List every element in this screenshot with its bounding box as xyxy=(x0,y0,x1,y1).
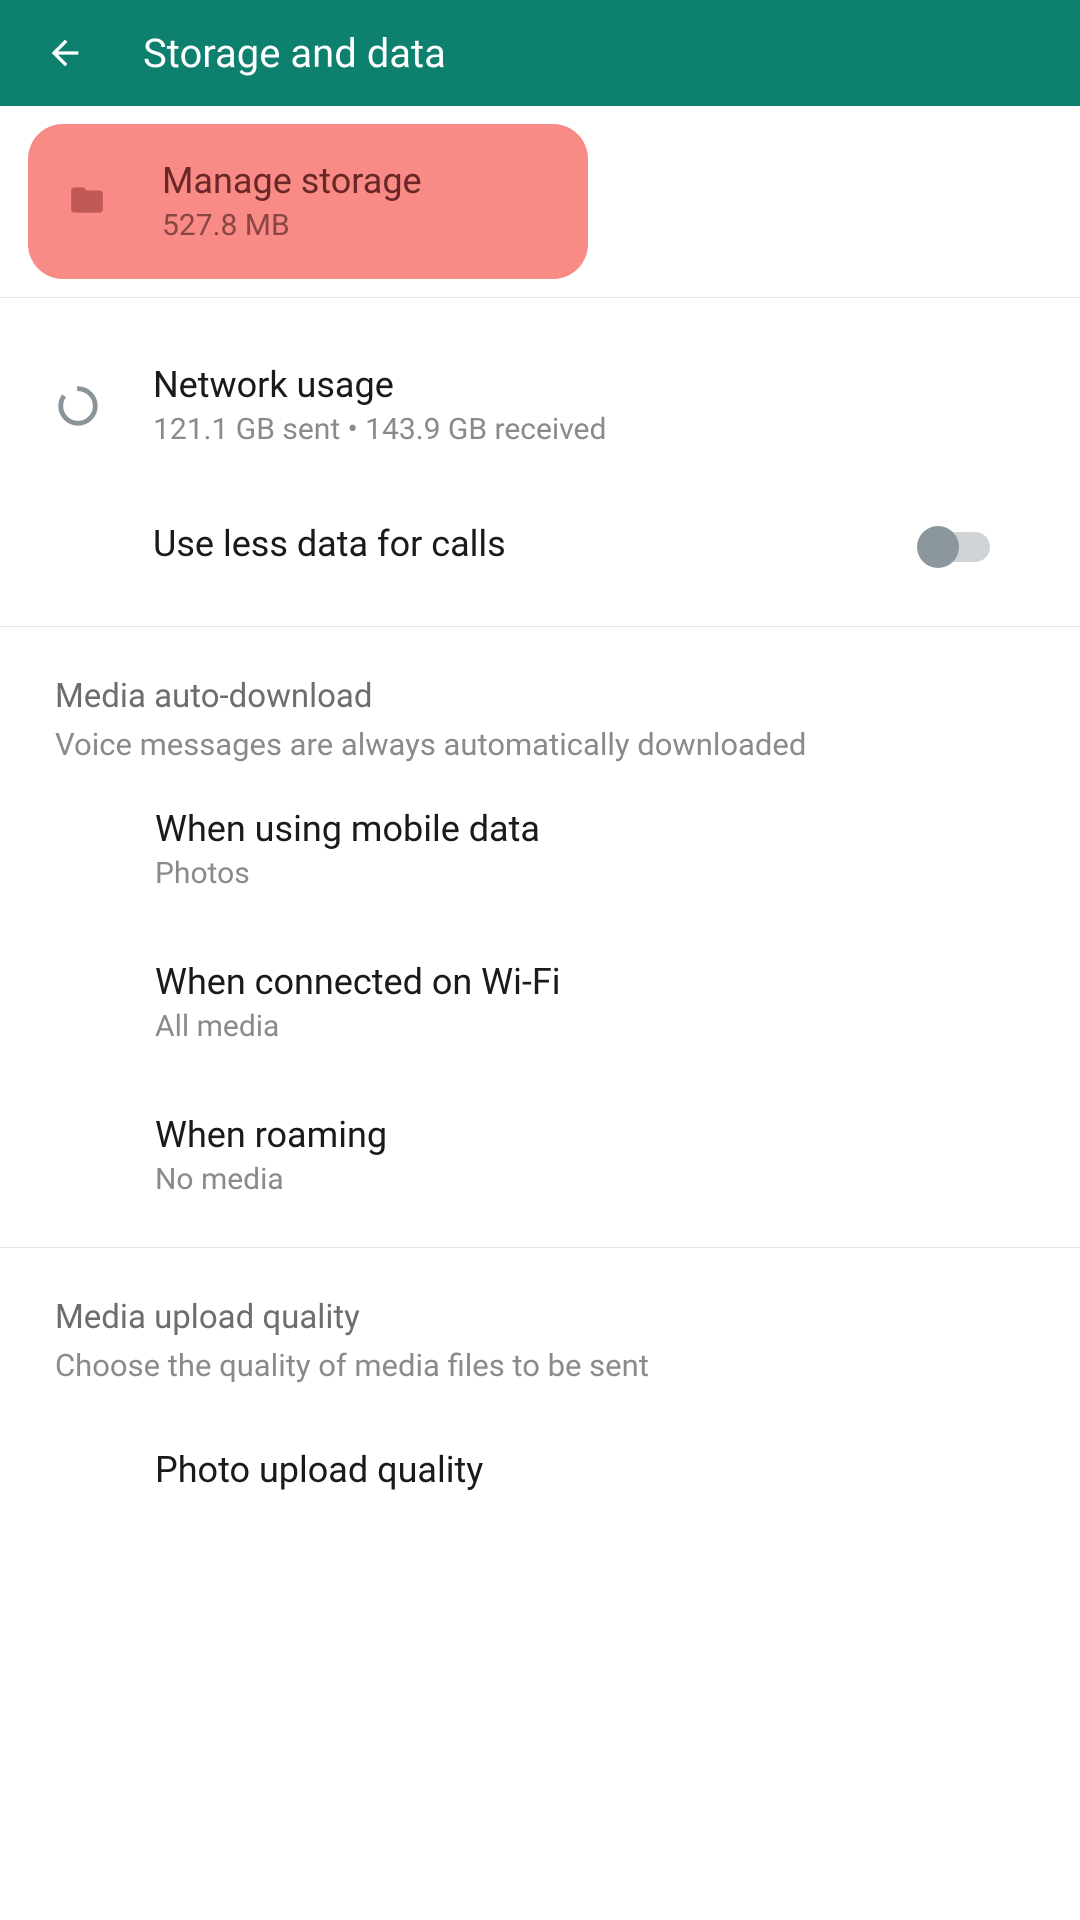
back-arrow-icon xyxy=(45,33,85,73)
media-upload-quality-section: Media upload quality Choose the quality … xyxy=(0,1248,1080,1491)
wifi-subtitle: All media xyxy=(155,1009,1025,1044)
manage-storage-subtitle: 527.8 MB xyxy=(162,208,422,243)
roaming-item[interactable]: When roaming No media xyxy=(0,1079,1080,1247)
photo-upload-quality-title: Photo upload quality xyxy=(155,1449,1025,1491)
network-usage-icon xyxy=(55,383,101,429)
app-header: Storage and data xyxy=(0,0,1080,106)
wifi-item[interactable]: When connected on Wi-Fi All media xyxy=(0,926,1080,1079)
storage-section: Manage storage 527.8 MB xyxy=(0,106,1080,298)
network-usage-content: Network usage 121.1 GB sent • 143.9 GB r… xyxy=(153,364,606,447)
manage-storage-title: Manage storage xyxy=(162,160,422,202)
use-less-data-item[interactable]: Use less data for calls xyxy=(0,485,1080,626)
mobile-data-item[interactable]: When using mobile data Photos xyxy=(0,773,1080,926)
media-auto-download-header: Media auto-download Voice messages are a… xyxy=(0,627,1080,773)
use-less-data-title: Use less data for calls xyxy=(153,523,506,565)
wifi-title: When connected on Wi-Fi xyxy=(155,961,1025,1003)
use-less-data-toggle[interactable] xyxy=(920,532,990,562)
page-title: Storage and data xyxy=(143,30,446,77)
media-auto-download-title: Media auto-download xyxy=(55,677,1025,716)
media-upload-quality-subtitle: Choose the quality of media files to be … xyxy=(55,1347,1025,1384)
network-section: Network usage 121.1 GB sent • 143.9 GB r… xyxy=(0,298,1080,627)
media-auto-download-subtitle: Voice messages are always automatically … xyxy=(55,726,1025,763)
mobile-data-title: When using mobile data xyxy=(155,808,1025,850)
photo-upload-quality-item[interactable]: Photo upload quality xyxy=(0,1394,1080,1491)
network-usage-subtitle: 121.1 GB sent • 143.9 GB received xyxy=(153,412,606,447)
manage-storage-content: Manage storage 527.8 MB xyxy=(162,160,422,243)
toggle-knob xyxy=(917,526,959,568)
media-upload-quality-header: Media upload quality Choose the quality … xyxy=(0,1248,1080,1394)
network-usage-item[interactable]: Network usage 121.1 GB sent • 143.9 GB r… xyxy=(0,326,1080,485)
media-auto-download-section: Media auto-download Voice messages are a… xyxy=(0,627,1080,1248)
network-usage-title: Network usage xyxy=(153,364,606,406)
manage-storage-item[interactable]: Manage storage 527.8 MB xyxy=(28,124,588,279)
mobile-data-subtitle: Photos xyxy=(155,856,1025,891)
roaming-title: When roaming xyxy=(155,1114,1025,1156)
media-upload-quality-title: Media upload quality xyxy=(55,1298,1025,1337)
back-button[interactable] xyxy=(45,33,85,73)
roaming-subtitle: No media xyxy=(155,1162,1025,1197)
folder-icon xyxy=(58,181,162,223)
